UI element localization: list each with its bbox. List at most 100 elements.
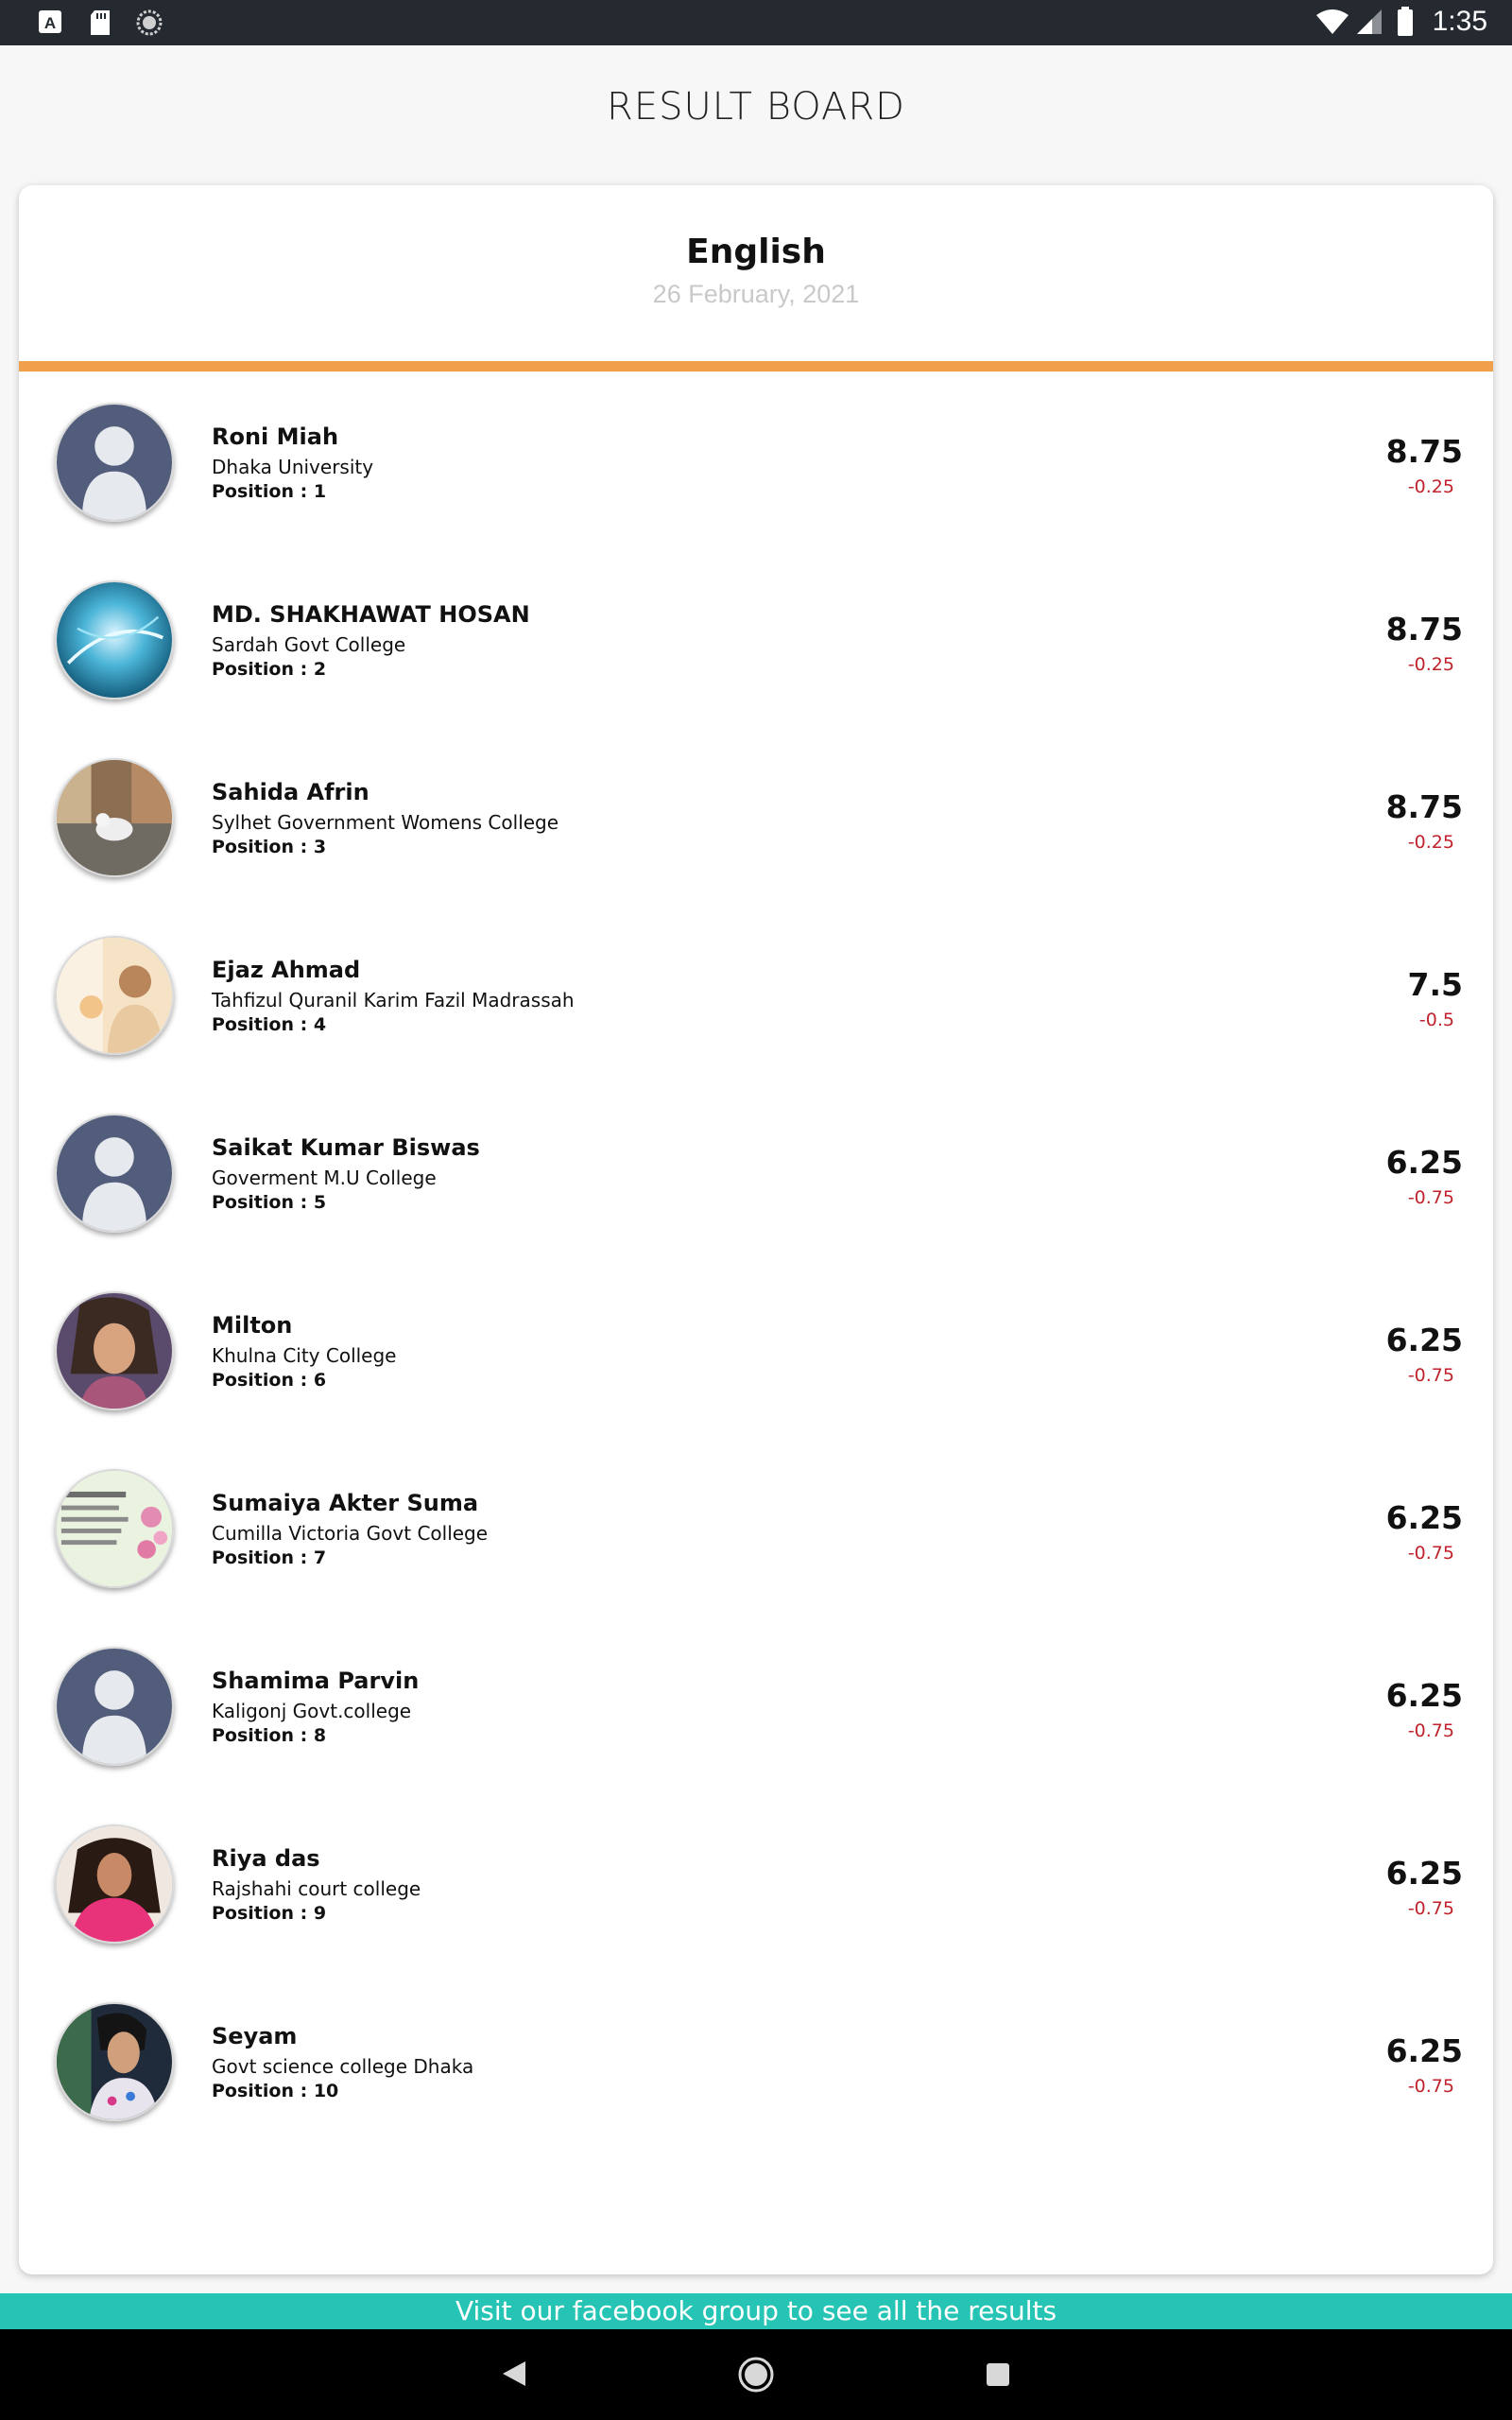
position-value: 5	[313, 1192, 327, 1213]
score: 6.25	[1385, 1677, 1463, 1714]
score-delta: -0.75	[1407, 2076, 1454, 2097]
score-delta: -0.5	[1418, 1010, 1454, 1030]
position-label: Position :	[212, 1547, 314, 1568]
score: 8.75	[1385, 611, 1463, 648]
score-delta: -0.75	[1407, 1365, 1454, 1386]
wifi-icon	[1316, 9, 1349, 34]
score-delta: -0.75	[1407, 1543, 1454, 1564]
score: 6.25	[1385, 2032, 1463, 2069]
position-line: Position : 5	[212, 1192, 326, 1213]
result-row[interactable]: Ejaz Ahmad Tahfizul Quranil Karim Fazil …	[19, 936, 1493, 1114]
sync-circle-icon	[136, 9, 163, 36]
college-name: Khulna City College	[212, 1344, 397, 1367]
student-name: Roni Miah	[212, 424, 339, 450]
person-photo-avatar	[55, 1824, 174, 1944]
college-name: Tahfizul Quranil Karim Fazil Madrassah	[212, 989, 575, 1011]
position-label: Position :	[212, 481, 314, 502]
score: 7.5	[1407, 966, 1463, 1003]
accent-divider	[19, 361, 1493, 372]
score-delta: -0.25	[1407, 832, 1454, 853]
svg-text:A: A	[44, 14, 56, 32]
position-label: Position :	[212, 1903, 314, 1924]
seagull-photo-avatar	[55, 758, 174, 877]
result-row[interactable]: Sahida Afrin Sylhet Government Womens Co…	[19, 758, 1493, 936]
position-line: Position : 6	[212, 1370, 326, 1391]
position-value: 9	[313, 1903, 327, 1924]
college-name: Sardah Govt College	[212, 633, 406, 656]
college-name: Sylhet Government Womens College	[212, 811, 559, 834]
position-label: Position :	[212, 659, 314, 680]
cell-signal-icon	[1357, 9, 1382, 34]
result-row[interactable]: Roni Miah Dhaka University Position : 1 …	[19, 403, 1493, 580]
position-label: Position :	[212, 1192, 314, 1213]
score-delta: -0.75	[1407, 1898, 1454, 1919]
keyboard-a-icon: A	[39, 10, 61, 33]
student-name: Riya das	[212, 1845, 320, 1872]
position-label: Position :	[212, 837, 314, 857]
position-value: 4	[313, 1014, 327, 1035]
student-name: Sahida Afrin	[212, 779, 369, 805]
student-name: Milton	[212, 1312, 293, 1339]
position-line: Position : 8	[212, 1725, 326, 1746]
default-user-avatar	[55, 1114, 174, 1233]
position-value: 7	[313, 1547, 327, 1568]
status-time: 1:35	[1432, 6, 1487, 37]
default-user-avatar	[55, 403, 174, 522]
home-icon[interactable]	[737, 2356, 775, 2394]
result-row[interactable]: Shamima Parvin Kaligonj Govt.college Pos…	[19, 1647, 1493, 1824]
position-line: Position : 10	[212, 2081, 338, 2101]
position-value: 1	[313, 481, 327, 502]
student-name: Saikat Kumar Biswas	[212, 1134, 480, 1161]
position-line: Position : 1	[212, 481, 326, 502]
quote-image-avatar	[55, 1469, 174, 1588]
college-name: Kaligonj Govt.college	[212, 1700, 412, 1722]
recents-icon[interactable]	[985, 2361, 1011, 2388]
score-delta: -0.25	[1407, 476, 1454, 497]
subject-title: English	[686, 233, 826, 271]
navigation-bar	[0, 2329, 1512, 2420]
person-photo-avatar	[55, 1291, 174, 1410]
page-title: RESULT BOARD	[607, 85, 905, 129]
student-name: Shamima Parvin	[212, 1668, 420, 1694]
position-line: Position : 9	[212, 1903, 326, 1924]
position-label: Position :	[212, 2081, 314, 2101]
score-delta: -0.25	[1407, 654, 1454, 675]
blue-abstract-avatar	[55, 580, 174, 700]
score: 6.25	[1385, 1499, 1463, 1536]
result-row[interactable]: Seyam Govt science college Dhaka Positio…	[19, 2002, 1493, 2180]
position-line: Position : 4	[212, 1014, 326, 1035]
result-row[interactable]: Sumaiya Akter Suma Cumilla Victoria Govt…	[19, 1469, 1493, 1647]
college-name: Govt science college Dhaka	[212, 2055, 474, 2078]
student-name: MD. SHAKHAWAT HOSAN	[212, 601, 530, 628]
student-name: Seyam	[212, 2023, 298, 2049]
score-delta: -0.75	[1407, 1720, 1454, 1741]
position-label: Position :	[212, 1014, 314, 1035]
college-name: Goverment M.U College	[212, 1167, 437, 1189]
score: 8.75	[1385, 433, 1463, 470]
person-photo-avatar	[55, 2002, 174, 2121]
score: 6.25	[1385, 1322, 1463, 1358]
result-row[interactable]: Milton Khulna City College Position : 6 …	[19, 1291, 1493, 1469]
battery-icon	[1398, 7, 1413, 36]
position-value: 10	[313, 2081, 339, 2101]
position-value: 3	[313, 837, 327, 857]
score: 6.25	[1385, 1144, 1463, 1181]
back-icon[interactable]	[501, 2360, 527, 2388]
position-line: Position : 7	[212, 1547, 326, 1568]
college-name: Cumilla Victoria Govt College	[212, 1522, 489, 1545]
status-bar: A 1:35	[0, 0, 1512, 45]
college-name: Dhaka University	[212, 456, 374, 478]
score: 8.75	[1385, 788, 1463, 825]
position-value: 2	[313, 659, 327, 680]
default-user-avatar	[55, 1647, 174, 1766]
score-delta: -0.75	[1407, 1187, 1454, 1208]
result-row[interactable]: Riya das Rajshahi court college Position…	[19, 1824, 1493, 2002]
facebook-group-banner[interactable]: Visit our facebook group to see all the …	[0, 2293, 1512, 2329]
position-label: Position :	[212, 1370, 314, 1391]
position-value: 6	[313, 1370, 327, 1391]
result-row[interactable]: Saikat Kumar Biswas Goverment M.U Colleg…	[19, 1114, 1493, 1291]
student-name: Sumaiya Akter Suma	[212, 1490, 479, 1516]
position-label: Position :	[212, 1725, 314, 1746]
result-card: English 26 February, 2021 Roni Miah Dhak…	[19, 185, 1493, 2274]
result-row[interactable]: MD. SHAKHAWAT HOSAN Sardah Govt College …	[19, 580, 1493, 758]
